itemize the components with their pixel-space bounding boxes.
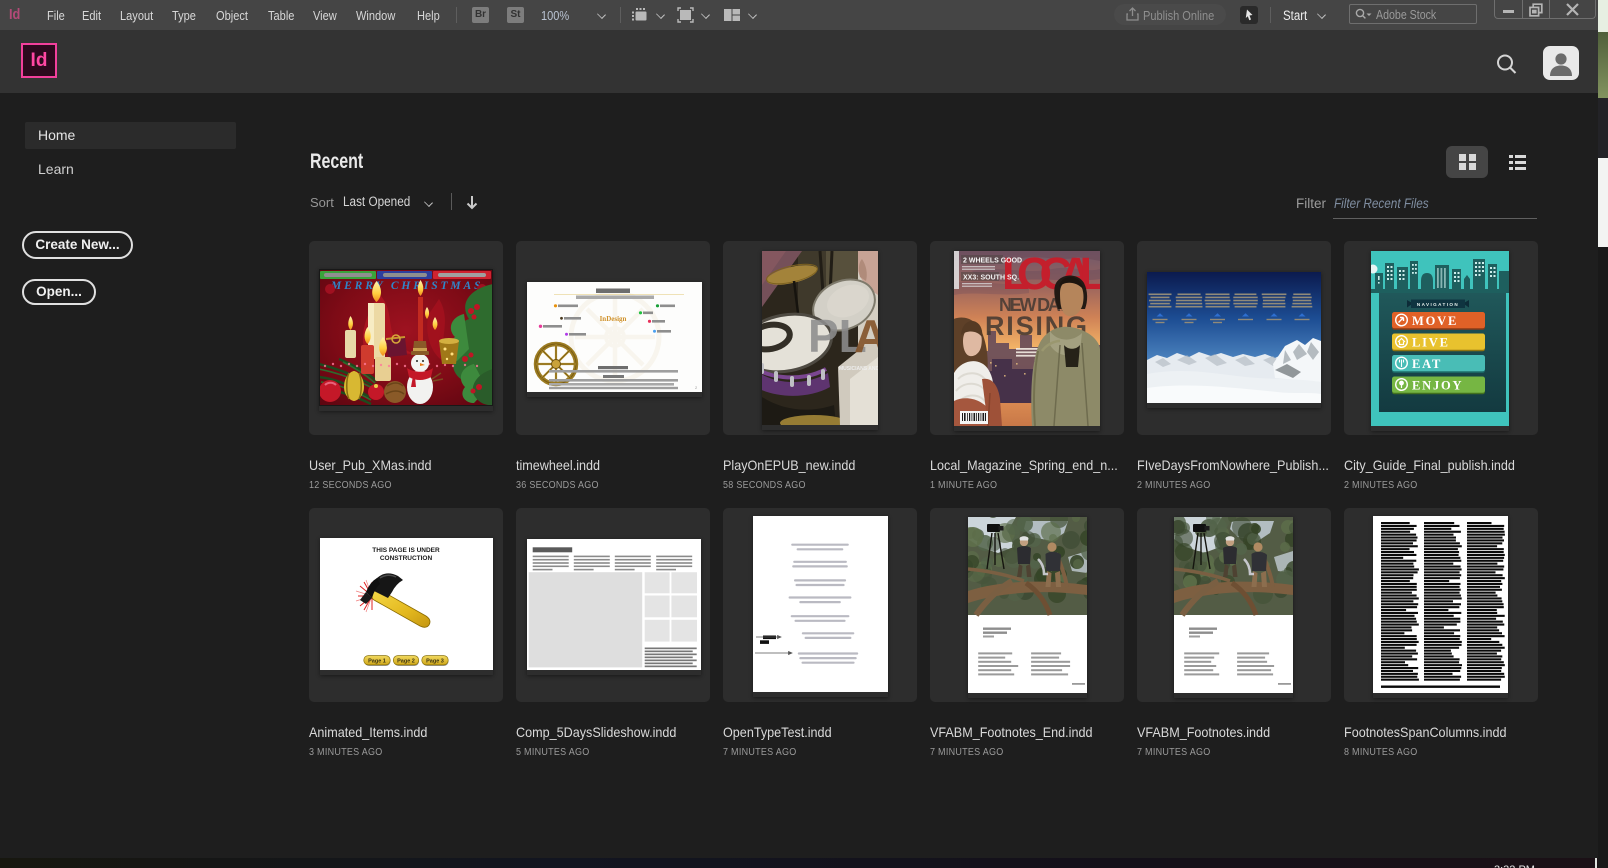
svg-text:A: A <box>854 310 878 362</box>
svg-text:XX3: SOUTH SQ.: XX3: SOUTH SQ. <box>963 275 1019 282</box>
svg-text:MUSICIANS AND TH: MUSICIANS AND TH <box>839 366 878 372</box>
svg-text:Page 3: Page 3 <box>426 659 444 665</box>
svg-text:EAT: EAT <box>1412 357 1442 371</box>
svg-text:CONSTRUCTION: CONSTRUCTION <box>380 555 433 562</box>
svg-text:InDesign: InDesign <box>600 315 627 323</box>
svg-text:THIS PAGE IS UNDER: THIS PAGE IS UNDER <box>372 547 440 554</box>
svg-text:2 WHEELS GOOD: 2 WHEELS GOOD <box>963 258 1022 265</box>
svg-text:LIVE: LIVE <box>1412 336 1450 350</box>
svg-text:NAVIGATION: NAVIGATION <box>1417 302 1459 307</box>
svg-text:Page 1: Page 1 <box>368 659 386 665</box>
svg-text:Page 2: Page 2 <box>397 659 415 665</box>
svg-text:MOVE: MOVE <box>1412 314 1458 328</box>
svg-text:ENJOY: ENJOY <box>1412 379 1463 393</box>
